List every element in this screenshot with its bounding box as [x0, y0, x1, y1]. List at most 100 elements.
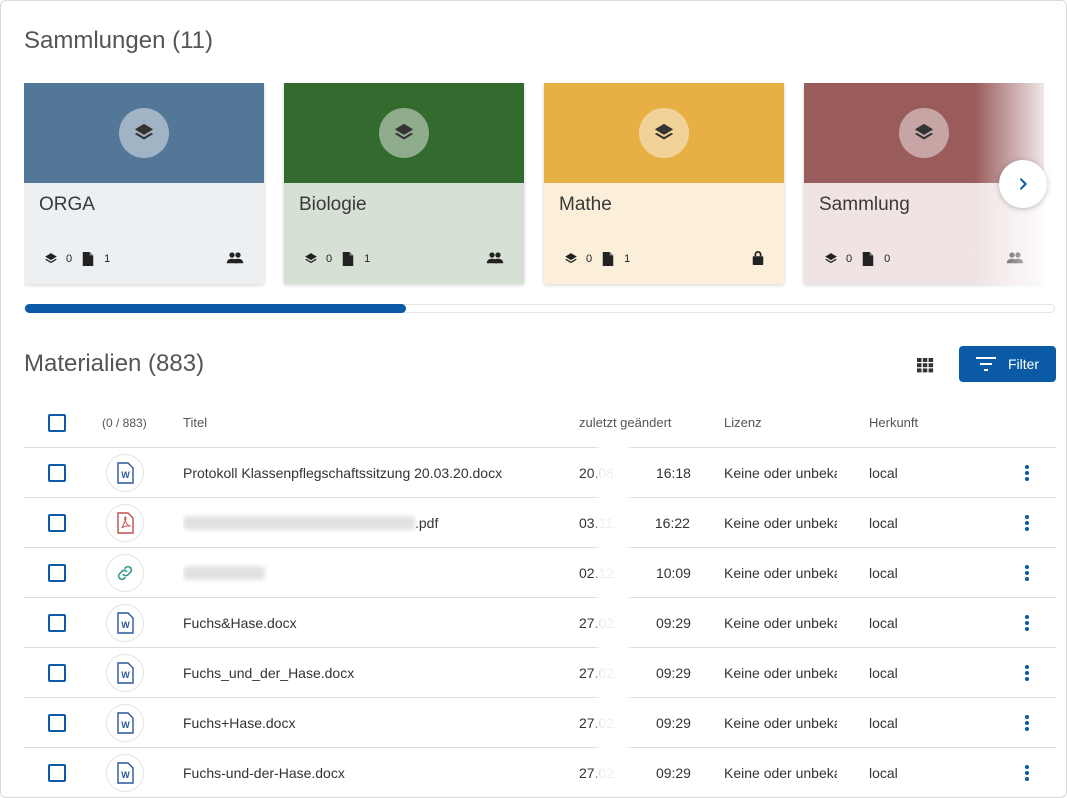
more-options-button[interactable] [1019, 748, 1035, 797]
row-title-cell[interactable] [183, 548, 568, 597]
table-row[interactable]: W Protokoll Klassenpflegschaftssitzung 20… [24, 448, 1056, 498]
filter-label: Filter [1007, 356, 1040, 372]
files-count: 1 [364, 253, 371, 265]
files-count: 1 [104, 253, 111, 265]
column-modified[interactable]: zuletzt geändert [579, 398, 709, 447]
row-checkbox[interactable] [48, 748, 66, 797]
row-title-cell[interactable]: Fuchs+Hase.docx [183, 698, 568, 747]
select-all-checkbox[interactable] [48, 398, 66, 447]
more-options-button[interactable] [1019, 548, 1035, 597]
table-row[interactable]: .pdf 03.11. 16:22 Keine oder unbekannt local [24, 498, 1056, 548]
row-time: 16:18 [655, 464, 691, 481]
grid-view-toggle[interactable] [915, 355, 935, 375]
collection-card[interactable]: Mathe 0 1 [544, 83, 784, 284]
row-title-cell[interactable]: Protokoll Klassenpflegschaftssitzung 20.… [183, 448, 568, 497]
word-file-icon: W [106, 453, 144, 492]
column-origin[interactable]: Herkunft [869, 398, 949, 447]
file-icon [342, 252, 358, 266]
collection-icon [119, 108, 169, 158]
table-row[interactable]: W Fuchs+Hase.docx 27.02. 09:29 Keine oder un… [24, 698, 1056, 748]
subcollections-icon [824, 252, 842, 266]
collection-name: Mathe [559, 194, 612, 215]
column-title[interactable]: Titel [183, 398, 568, 447]
row-modified: 02.12. 10:09 [579, 548, 709, 597]
svg-text:W: W [121, 770, 130, 780]
collection-card[interactable]: Biologie 0 1 [284, 83, 524, 284]
collection-card-hero [24, 83, 264, 183]
table-row[interactable]: 02.12. 10:09 Keine oder unbekannt local [24, 548, 1056, 598]
app-frame: Sammlungen (11) ORGA 0 1 Biologie 0 1 Mathe 0 1 S… [0, 0, 1067, 798]
file-icon [862, 252, 878, 266]
more-options-button[interactable] [1019, 498, 1035, 547]
svg-text:W: W [121, 670, 130, 680]
row-time: 09:29 [655, 614, 691, 631]
more-vert-icon [1025, 714, 1029, 731]
row-title-cell[interactable]: Fuchs_und_der_Hase.docx [183, 648, 568, 697]
collections-carousel: ORGA 0 1 Biologie 0 1 Mathe 0 1 Sammlung 0 0 [24, 83, 1044, 288]
row-checkbox[interactable] [48, 498, 66, 547]
group-icon [226, 251, 244, 270]
collection-stats: 00 [824, 252, 900, 266]
redacted-text [183, 515, 415, 530]
row-type-icon: W [106, 648, 144, 697]
more-options-button[interactable] [1019, 598, 1035, 647]
row-modified: 27.02. 09:29 [579, 598, 709, 647]
row-license: Keine oder unbekannt [724, 764, 837, 781]
row-date: 03.11. [579, 514, 617, 531]
row-license: Keine oder unbekannt [724, 564, 837, 581]
files-count: 0 [884, 253, 891, 265]
row-title-cell[interactable]: .pdf [183, 498, 568, 547]
more-options-button[interactable] [1019, 448, 1035, 497]
group-icon [1006, 251, 1024, 270]
row-time: 09:29 [655, 764, 691, 781]
row-checkbox[interactable] [48, 698, 66, 747]
row-license: Keine oder unbekannt [724, 714, 837, 731]
row-date: 27.02. [579, 614, 618, 631]
more-options-button[interactable] [1019, 648, 1035, 697]
row-checkbox[interactable] [48, 548, 66, 597]
svg-text:W: W [121, 620, 130, 630]
row-date: 02.12. [579, 564, 618, 581]
carousel-next-button[interactable] [999, 160, 1047, 208]
subcollections-icon [304, 252, 322, 266]
redacted-text [183, 565, 265, 580]
more-vert-icon [1025, 564, 1029, 581]
row-title-cell[interactable]: Fuchs&Hase.docx [183, 598, 568, 647]
materials-table: (0 / 883) Titel zuletzt geändert Lizenz … [24, 398, 1056, 797]
row-title-cell[interactable]: Fuchs-und-der-Hase.docx [183, 748, 568, 797]
row-checkbox[interactable] [48, 448, 66, 497]
row-origin: local [869, 614, 898, 631]
table-row[interactable]: W Fuchs&Hase.docx 27.02. 09:29 Keine oder un… [24, 598, 1056, 648]
chevron-right-icon [1020, 178, 1027, 190]
subcollections-count: 0 [586, 253, 593, 265]
table-row[interactable]: W Fuchs_und_der_Hase.docx 27.02. 09:29 Keine… [24, 648, 1056, 698]
svg-text:W: W [121, 720, 130, 730]
column-license[interactable]: Lizenz [724, 398, 837, 447]
files-count: 1 [624, 253, 631, 265]
row-time: 09:29 [655, 664, 691, 681]
collection-icon [899, 108, 949, 158]
file-icon [602, 252, 618, 266]
table-row[interactable]: W Fuchs-und-der-Hase.docx 27.02. 09:29 Keine… [24, 748, 1056, 797]
collection-card[interactable]: ORGA 0 1 [24, 83, 264, 284]
row-checkbox[interactable] [48, 648, 66, 697]
more-options-button[interactable] [1019, 698, 1035, 747]
row-modified: 03.11. 16:22 [579, 498, 709, 547]
more-vert-icon [1025, 514, 1029, 531]
word-file-icon: W [106, 603, 144, 642]
filter-button[interactable]: Filter [959, 346, 1056, 382]
row-license: Keine oder unbekannt [724, 464, 837, 481]
carousel-scrollbar[interactable] [24, 304, 1055, 313]
row-checkbox[interactable] [48, 598, 66, 647]
row-modified: 27.02. 09:29 [579, 748, 709, 797]
subcollections-icon [44, 252, 62, 266]
row-modified: 27.02. 09:29 [579, 648, 709, 697]
svg-text:W: W [121, 470, 130, 480]
carousel-scroll-thumb[interactable] [25, 304, 407, 313]
word-file-icon: W [106, 653, 144, 692]
collection-name: Biologie [299, 194, 367, 215]
row-type-icon: W [106, 698, 144, 747]
collection-stats: 01 [564, 252, 640, 266]
row-title: Fuchs_und_der_Hase.docx [183, 664, 355, 681]
more-vert-icon [1025, 464, 1029, 481]
